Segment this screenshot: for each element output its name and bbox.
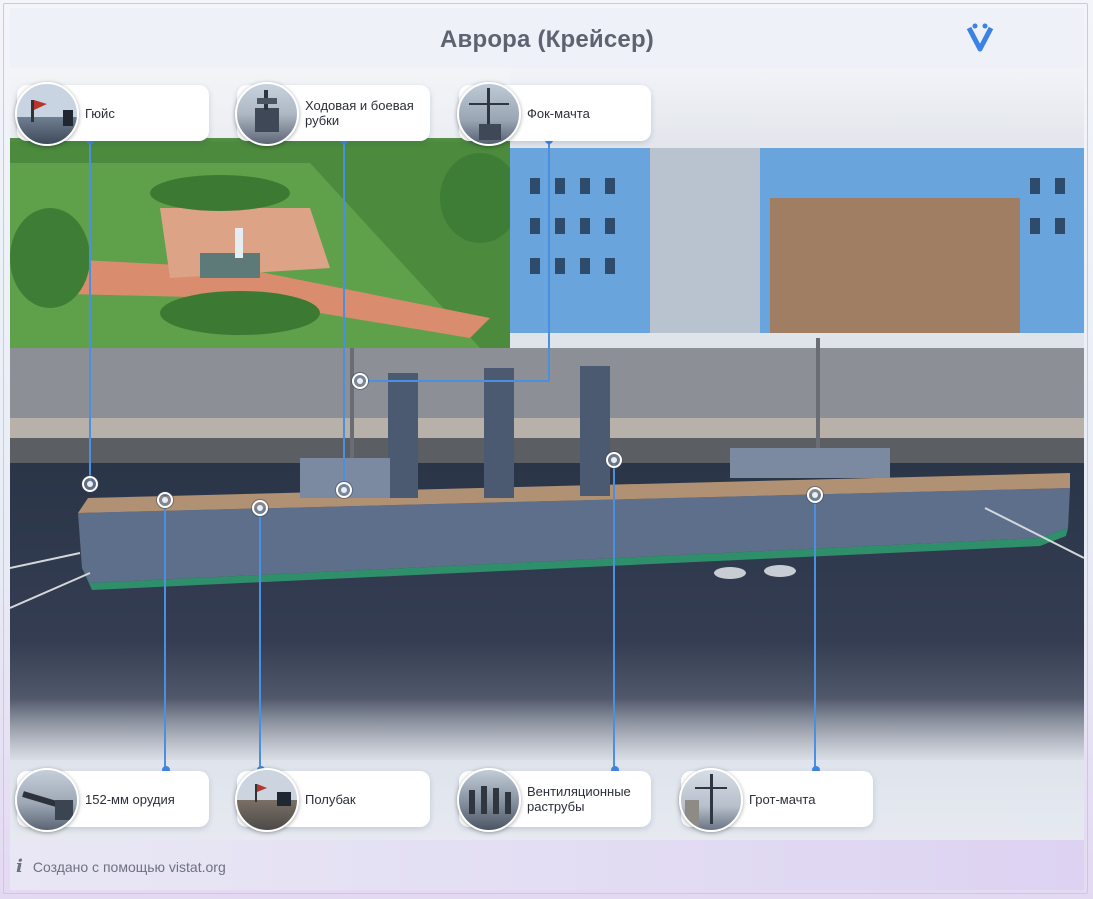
vistat-logo-icon[interactable] <box>966 22 994 52</box>
label-text: Грот-мачта <box>749 791 816 807</box>
connector-guys <box>89 140 91 484</box>
label-text: Вентиляционные раструбы <box>527 784 631 814</box>
hotspot-fok[interactable] <box>352 373 368 389</box>
header: Аврора (Крейсер) <box>10 8 1084 68</box>
label-card-fok[interactable]: Фок-мачта <box>457 82 651 146</box>
footer-text[interactable]: Создано с помощью vistat.org <box>33 859 226 875</box>
label-text: Ходовая и боевая рубки <box>305 98 414 128</box>
label-text: Фок-мачта <box>527 105 590 121</box>
label-card-polubak[interactable]: Полубак <box>235 768 430 832</box>
rubki-thumbnail <box>235 82 299 146</box>
label-card-guys[interactable]: Гюйс <box>15 82 209 146</box>
label-card-grot[interactable]: Грот-мачта <box>679 768 873 832</box>
hotspot-vent[interactable] <box>606 452 622 468</box>
connector-polubak <box>259 508 261 770</box>
hotspot-polubak[interactable] <box>252 500 268 516</box>
polubak-thumbnail <box>235 768 299 832</box>
connector-grot <box>814 495 816 770</box>
label-text: Полубак <box>305 791 356 807</box>
fok-thumbnail <box>457 82 521 146</box>
ship-scene <box>10 68 1084 760</box>
grot-thumbnail <box>679 768 743 832</box>
page-title: Аврора (Крейсер) <box>439 26 655 53</box>
connector-vent <box>613 460 615 770</box>
connector-fok-h <box>360 380 550 382</box>
hotspot-grot[interactable] <box>807 487 823 503</box>
guys-thumbnail <box>15 82 79 146</box>
hotspot-rubki[interactable] <box>336 482 352 498</box>
label-card-rubki[interactable]: Ходовая и боевая рубки <box>235 82 430 146</box>
info-icon: i <box>16 856 23 877</box>
label-text: 152-мм орудия <box>85 791 175 807</box>
aurora-photo <box>10 68 1084 760</box>
guns-thumbnail <box>15 768 79 832</box>
connector-fok <box>548 140 550 380</box>
vent-thumbnail <box>457 768 521 832</box>
hotspot-guys[interactable] <box>82 476 98 492</box>
footer: i Создано с помощью vistat.org <box>16 856 226 877</box>
connector-guns <box>164 502 166 770</box>
label-card-guns[interactable]: 152-мм орудия <box>15 768 209 832</box>
label-text: Гюйс <box>85 105 115 121</box>
connector-rubki <box>343 140 345 490</box>
hotspot-guns[interactable] <box>157 492 173 508</box>
label-card-vent[interactable]: Вентиляционные раструбы <box>457 768 651 832</box>
